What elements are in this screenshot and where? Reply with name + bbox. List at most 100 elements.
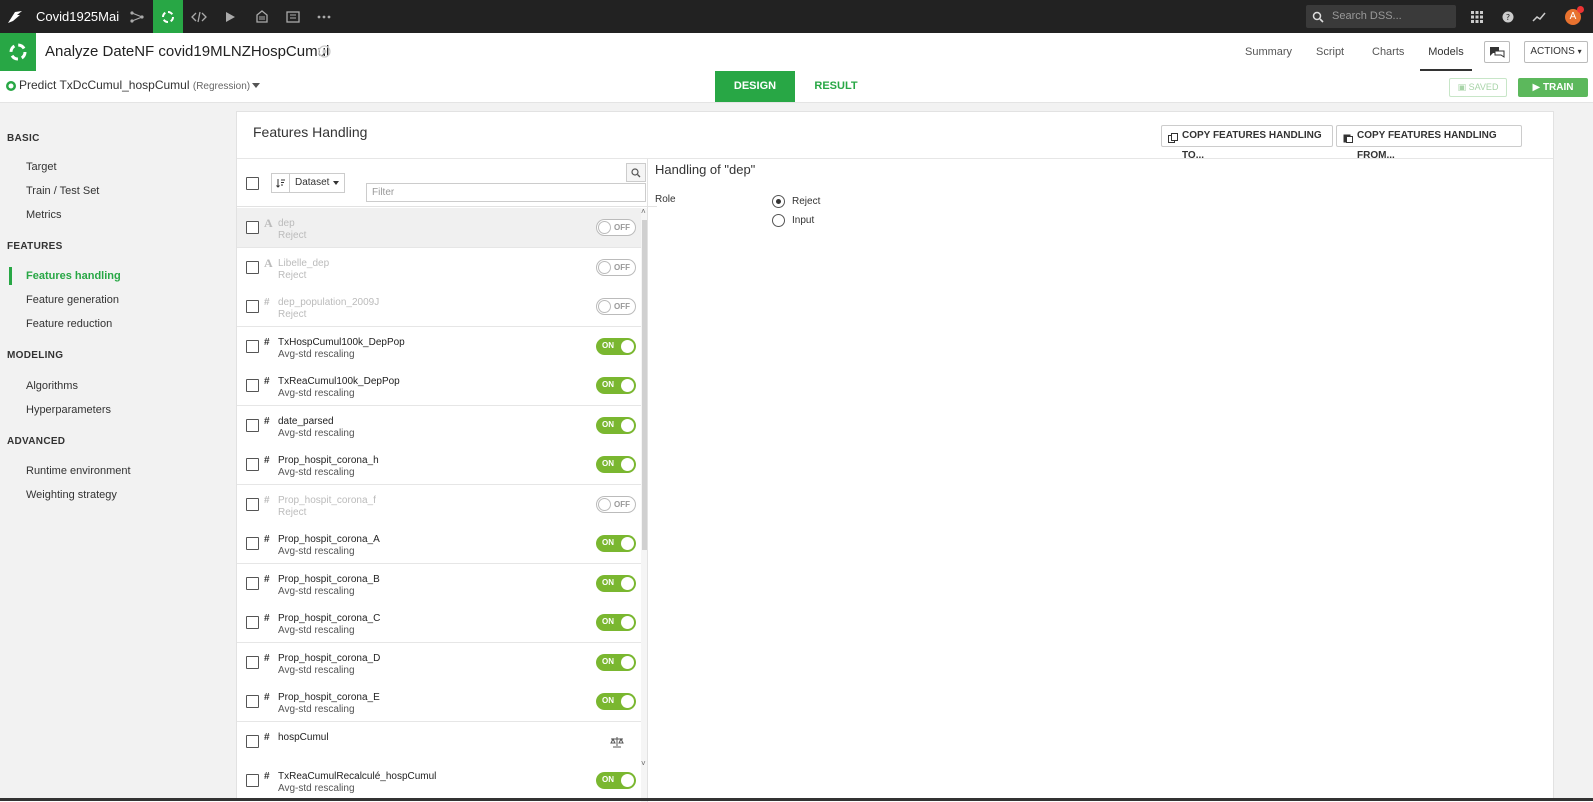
feature-toggle[interactable]: ON (596, 338, 636, 355)
sort-button[interactable] (271, 173, 289, 193)
feature-row[interactable]: # Prop_hospit_corona_A Avg-std rescaling ON (237, 524, 641, 564)
sidebar-item-feature-reduction[interactable]: Feature reduction (26, 318, 112, 330)
feature-checkbox[interactable] (246, 498, 259, 511)
more-icon[interactable] (309, 0, 339, 33)
feature-toggle[interactable]: OFF (596, 259, 636, 276)
toggle-knob (621, 616, 634, 629)
feature-row[interactable]: # TxHospCumul100k_DepPop Avg-std rescaling… (237, 327, 641, 367)
feature-toggle[interactable]: ON (596, 456, 636, 473)
feature-row[interactable]: # TxReaCumul100k_DepPop Avg-std rescaling O… (237, 366, 641, 406)
paste-icon (1343, 131, 1353, 151)
feature-checkbox[interactable] (246, 458, 259, 471)
feature-toggle[interactable]: ON (596, 693, 636, 710)
sidebar-item-feature-generation[interactable]: Feature generation (26, 294, 119, 306)
feature-toggle[interactable]: ON (596, 654, 636, 671)
nav-charts[interactable]: Charts (1372, 33, 1404, 71)
run-icon[interactable] (215, 0, 245, 33)
numeric-type-icon: # (264, 692, 270, 703)
feature-checkbox[interactable] (246, 221, 259, 234)
apps-grid-icon[interactable] (1464, 0, 1490, 33)
prediction-type: (Regression) (192, 81, 251, 92)
feature-row[interactable]: # Prop_hospit_corona_D Avg-std rescaling ON (237, 643, 641, 683)
feature-toggle[interactable]: ON (596, 772, 636, 789)
feature-row[interactable]: # hospCumul (237, 722, 641, 762)
role-reject-radio[interactable] (772, 195, 785, 208)
chevron-down-icon[interactable] (252, 83, 260, 88)
user-avatar[interactable]: A (1560, 0, 1586, 33)
sidebar-item-metrics[interactable]: Metrics (26, 209, 61, 221)
feature-toggle[interactable]: OFF (596, 298, 636, 315)
flow-icon[interactable] (122, 0, 152, 33)
feature-checkbox[interactable] (246, 300, 259, 313)
model-subheader: Predict TxDcCumul_hospCumul (Regression)… (0, 71, 1593, 103)
help-icon[interactable]: ? (1495, 0, 1521, 33)
sidebar-item-train-test-set[interactable]: Train / Test Set (26, 185, 99, 197)
dataiku-bird-logo-icon[interactable] (0, 0, 30, 33)
tab-design[interactable]: DESIGN (715, 71, 795, 102)
prediction-task-selector[interactable]: Predict TxDcCumul_hospCumul (Regression) (19, 71, 250, 101)
train-button[interactable]: ▶ TRAIN (1518, 78, 1588, 97)
toggle-knob (621, 774, 634, 787)
feature-checkbox[interactable] (246, 340, 259, 353)
feature-row[interactable]: # dep_population_2009J Reject OFF (237, 287, 641, 327)
sidebar-item-hyperparameters[interactable]: Hyperparameters (26, 404, 111, 416)
feature-checkbox[interactable] (246, 537, 259, 550)
filter-input[interactable]: Filter (366, 183, 646, 202)
feature-checkbox[interactable] (246, 656, 259, 669)
lab-icon[interactable] (153, 0, 183, 33)
code-icon[interactable] (184, 0, 214, 33)
discussions-button[interactable] (1484, 41, 1510, 63)
feature-row[interactable]: # date_parsed Avg-std rescaling ON (237, 406, 641, 446)
tab-result[interactable]: RESULT (806, 71, 866, 102)
copy-features-handling-to-button[interactable]: COPY FEATURES HANDLING TO... (1161, 125, 1333, 161)
feature-row[interactable]: # Prop_hospit_corona_C Avg-std rescaling ON (237, 603, 641, 643)
sidebar-item-features-handling[interactable]: Features handling (26, 270, 121, 282)
sidebar-item-weighting-strategy[interactable]: Weighting strategy (26, 489, 117, 501)
select-all-checkbox[interactable] (246, 177, 259, 190)
feature-row[interactable]: A Libelle_dep Reject OFF (237, 248, 641, 288)
sidebar-item-algorithms[interactable]: Algorithms (26, 380, 78, 392)
feature-toggle[interactable]: ON (596, 614, 636, 631)
deploy-icon[interactable] (247, 0, 277, 33)
activity-trend-icon[interactable] (1526, 0, 1552, 33)
sidebar-item-target[interactable]: Target (26, 161, 57, 173)
feature-handling: Avg-std rescaling (278, 783, 355, 794)
feature-toggle[interactable]: ON (596, 575, 636, 592)
project-name[interactable]: Covid1925Mai (36, 0, 119, 33)
search-button[interactable] (626, 163, 646, 182)
feature-row[interactable]: # Prop_hospit_corona_h Avg-std rescaling ON (237, 445, 641, 485)
copy-features-handling-from-button[interactable]: COPY FEATURES HANDLING FROM... (1336, 125, 1522, 161)
search-box[interactable]: Search DSS... (1306, 5, 1456, 28)
feature-toggle[interactable]: OFF (596, 496, 636, 513)
feature-row[interactable]: # Prop_hospit_corona_f Reject OFF (237, 485, 641, 525)
feature-toggle[interactable]: ON (596, 417, 636, 434)
feature-toggle[interactable]: OFF (596, 219, 636, 236)
feature-handling: Avg-std rescaling (278, 467, 355, 478)
feature-row[interactable]: Adep Reject OFF (237, 208, 641, 248)
feature-row[interactable]: # Prop_hospit_corona_E Avg-std rescaling ON (237, 682, 641, 722)
feature-checkbox[interactable] (246, 695, 259, 708)
edit-settings-icon[interactable] (318, 45, 331, 63)
role-input-radio[interactable] (772, 214, 785, 227)
feature-checkbox[interactable] (246, 577, 259, 590)
dashboard-icon[interactable] (278, 0, 308, 33)
feature-row[interactable]: # TxReaCumulRecalculé_hospCumul Avg-std re… (237, 761, 641, 801)
handling-title: Handling of "dep" (655, 162, 756, 177)
nav-models[interactable]: Models (1420, 33, 1472, 71)
numeric-type-icon: # (264, 455, 270, 466)
saved-button[interactable]: ▣ SAVED (1449, 78, 1507, 97)
feature-row[interactable]: # Prop_hospit_corona_B Avg-std rescaling ON (237, 564, 641, 604)
feature-toggle[interactable]: ON (596, 377, 636, 394)
sort-by-dataset-dropdown[interactable]: Dataset (289, 173, 345, 193)
feature-checkbox[interactable] (246, 774, 259, 787)
feature-checkbox[interactable] (246, 735, 259, 748)
actions-button[interactable]: ACTIONS ▾ (1524, 41, 1588, 63)
nav-summary[interactable]: Summary (1245, 33, 1292, 71)
nav-script[interactable]: Script (1316, 33, 1344, 71)
feature-checkbox[interactable] (246, 616, 259, 629)
feature-toggle[interactable]: ON (596, 535, 636, 552)
sidebar-item-runtime-environment[interactable]: Runtime environment (26, 465, 131, 477)
feature-checkbox[interactable] (246, 261, 259, 274)
feature-checkbox[interactable] (246, 379, 259, 392)
feature-checkbox[interactable] (246, 419, 259, 432)
